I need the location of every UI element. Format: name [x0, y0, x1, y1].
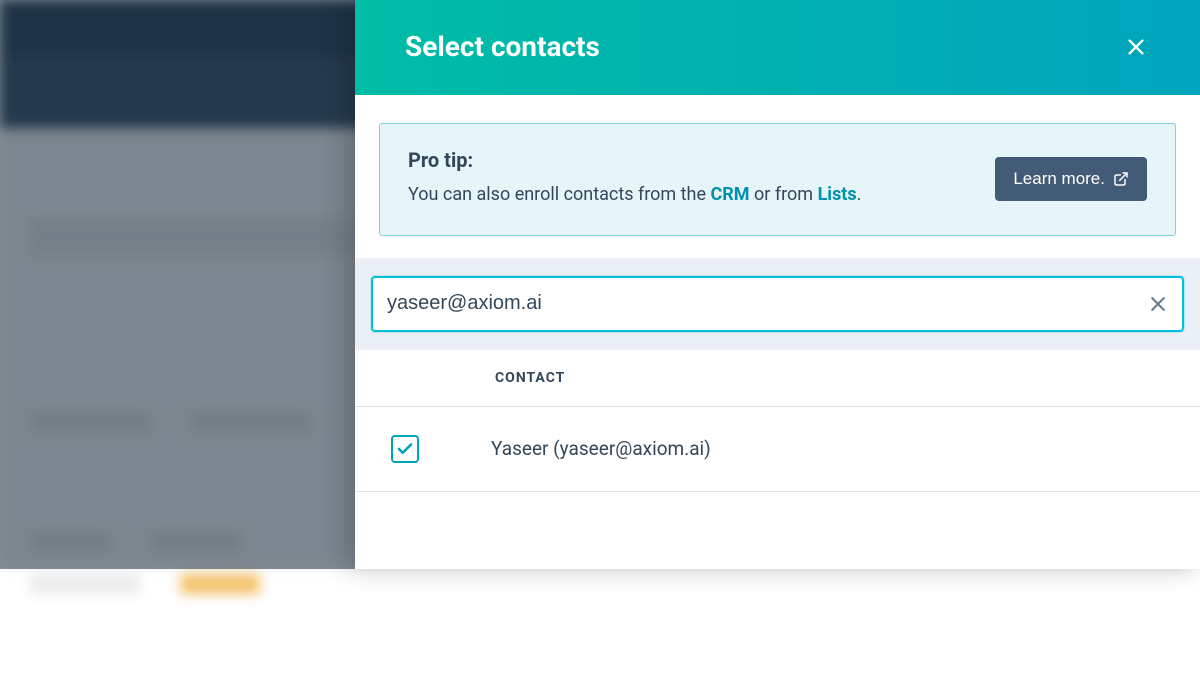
search-input[interactable] [387, 278, 1148, 330]
close-icon [1125, 36, 1147, 58]
select-contacts-panel: Select contacts Pro tip: You can also en… [355, 0, 1200, 569]
pro-tip-banner: Pro tip: You can also enroll contacts fr… [379, 123, 1176, 236]
search-box [371, 276, 1184, 332]
external-link-icon [1113, 171, 1129, 187]
contact-label: Yaseer (yaseer@axiom.ai) [491, 437, 711, 460]
panel-header: Select contacts [355, 0, 1200, 95]
tip-text-block: Pro tip: You can also enroll contacts fr… [408, 148, 861, 211]
search-section [355, 258, 1200, 350]
learn-more-button[interactable]: Learn more. [995, 157, 1147, 201]
close-icon [1148, 294, 1168, 314]
tip-heading: Pro tip: [408, 148, 861, 172]
lists-link[interactable]: Lists [818, 184, 857, 205]
panel-title: Select contacts [405, 30, 600, 63]
learn-more-label: Learn more. [1013, 169, 1105, 189]
contact-result-row[interactable]: Yaseer (yaseer@axiom.ai) [355, 407, 1200, 492]
tip-body: You can also enroll contacts from the CR… [408, 180, 861, 211]
clear-search-button[interactable] [1148, 294, 1168, 314]
contact-checkbox[interactable] [391, 435, 419, 463]
crm-link[interactable]: CRM [710, 184, 749, 205]
column-header-contact: CONTACT [355, 350, 1200, 407]
close-button[interactable] [1122, 33, 1150, 61]
check-icon [396, 440, 414, 458]
